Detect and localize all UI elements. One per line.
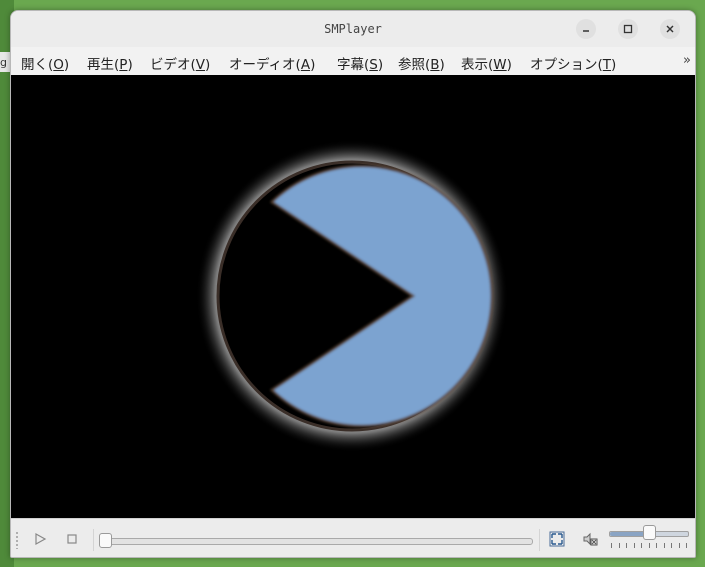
- toolbar-separator: [539, 529, 540, 551]
- volume-tick: [678, 543, 680, 548]
- maximize-button[interactable]: [618, 19, 638, 39]
- menu-subtitles-close: ): [377, 57, 384, 73]
- menu-open[interactable]: 開く(O): [21, 53, 69, 73]
- menu-video-label: ビデオ(: [150, 57, 196, 73]
- menu-browse-label: 参照(: [398, 57, 431, 73]
- volume-tick: [626, 543, 627, 548]
- volume-handle[interactable]: [643, 525, 656, 540]
- menu-play-close: ): [127, 57, 133, 73]
- menu-view-key: W: [493, 57, 507, 73]
- smplayer-window: SMPlayer 開く(O) 再生(P) ビデオ(V) オーディオ(A) 字幕(…: [10, 10, 696, 558]
- volume-tick: [648, 543, 650, 548]
- volume-tick: [618, 543, 620, 548]
- volume-tick: [633, 543, 635, 548]
- menu-options-key: T: [602, 57, 612, 73]
- toolbar-separator: [93, 529, 94, 551]
- menu-video[interactable]: ビデオ(V): [150, 53, 210, 73]
- volume-tick: [686, 543, 687, 548]
- seek-handle[interactable]: [99, 533, 112, 548]
- menu-open-label: 開く(: [21, 57, 54, 73]
- menu-audio-label: オーディオ(: [229, 57, 301, 73]
- volume-tick: [611, 543, 612, 548]
- title-bar[interactable]: SMPlayer: [11, 11, 695, 47]
- background-window-text: g: [0, 56, 7, 69]
- menu-view[interactable]: 表示(W): [461, 53, 512, 73]
- volume-tick: [663, 543, 665, 548]
- menu-browse-close: ): [439, 57, 445, 73]
- maximize-icon: [623, 24, 633, 34]
- menu-options-close: ): [611, 57, 617, 73]
- fullscreen-icon: [549, 531, 565, 547]
- menu-overflow-button[interactable]: »: [683, 53, 691, 68]
- menu-view-close: ): [506, 57, 512, 73]
- volume-ticks: [611, 543, 687, 549]
- menu-options[interactable]: オプション(T): [530, 53, 616, 73]
- mute-icon: [583, 532, 598, 546]
- close-button[interactable]: [660, 19, 680, 39]
- menu-open-close: ): [63, 57, 70, 73]
- menu-video-key: V: [195, 57, 206, 73]
- menu-browse[interactable]: 参照(B): [398, 53, 445, 73]
- menu-subtitles[interactable]: 字幕(S): [337, 53, 383, 73]
- seek-slider[interactable]: [101, 538, 533, 545]
- mute-button[interactable]: [581, 530, 599, 548]
- menu-audio-key: A: [300, 57, 311, 73]
- video-area[interactable]: [11, 75, 695, 518]
- menu-options-label: オプション(: [530, 57, 603, 73]
- menu-open-key: O: [53, 57, 64, 73]
- volume-tick: [671, 543, 672, 548]
- menu-subtitles-label: 字幕(: [337, 57, 370, 73]
- toolbar-grip[interactable]: [15, 531, 19, 549]
- minimize-button[interactable]: [576, 19, 596, 39]
- volume-tick: [656, 543, 657, 548]
- close-icon: [666, 25, 674, 33]
- menu-browse-key: B: [430, 57, 440, 73]
- menu-bar: 開く(O) 再生(P) ビデオ(V) オーディオ(A) 字幕(S) 参照(B) …: [11, 47, 695, 75]
- fullscreen-button[interactable]: [548, 530, 566, 548]
- play-button[interactable]: [31, 530, 49, 548]
- minimize-icon: [583, 30, 589, 32]
- volume-tick: [641, 543, 642, 548]
- play-icon: [35, 532, 47, 546]
- smplayer-logo: [196, 140, 508, 452]
- stop-button[interactable]: [63, 530, 81, 548]
- menu-audio-close: ): [310, 57, 316, 73]
- menu-audio[interactable]: オーディオ(A): [229, 53, 315, 73]
- control-bar: [11, 518, 695, 557]
- menu-play-label: 再生(: [87, 57, 120, 73]
- stop-icon: [67, 534, 77, 544]
- menu-view-label: 表示(: [461, 57, 494, 73]
- menu-play[interactable]: 再生(P): [87, 53, 133, 73]
- menu-subtitles-key: S: [369, 57, 378, 73]
- menu-video-close: ): [205, 57, 211, 73]
